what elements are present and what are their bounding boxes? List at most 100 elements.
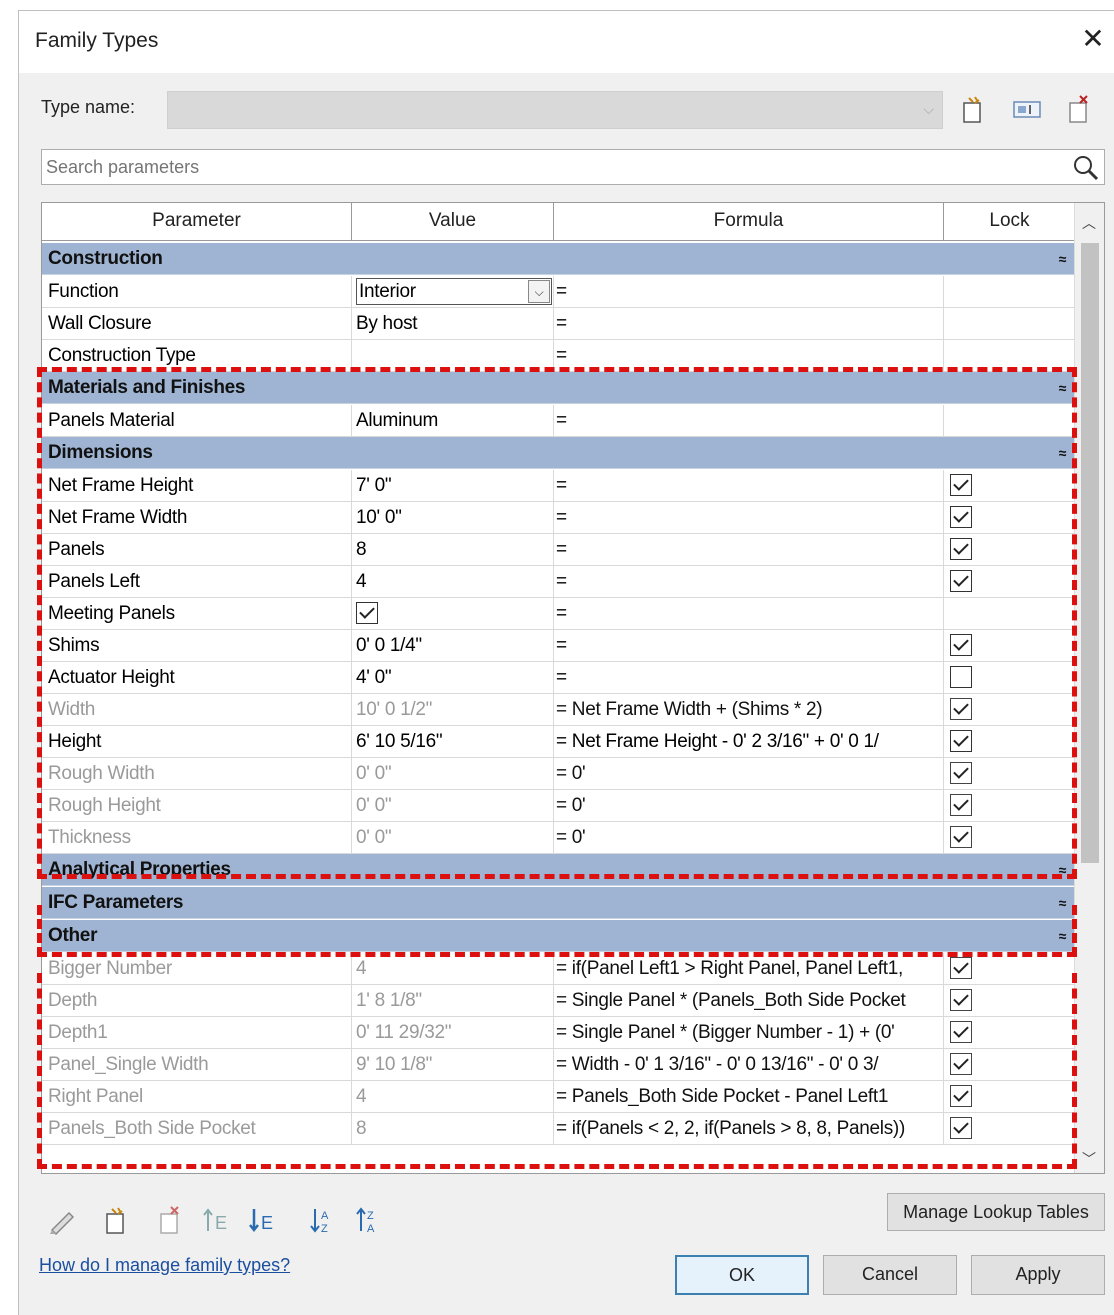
param-value[interactable]: Aluminum bbox=[352, 405, 554, 436]
new-parameter-icon[interactable] bbox=[93, 1197, 139, 1243]
param-formula[interactable]: = bbox=[554, 662, 944, 693]
group-header-other[interactable]: Other ≈ bbox=[42, 920, 1076, 952]
collapse-icon[interactable]: ≈ bbox=[1059, 372, 1067, 404]
group-header-construction[interactable]: Construction ≈ bbox=[42, 243, 1076, 275]
param-value[interactable]: 4' 0" bbox=[352, 662, 554, 693]
lock-checkbox[interactable] bbox=[950, 665, 972, 688]
scroll-down-icon[interactable]: ﹀ bbox=[1082, 1149, 1096, 1169]
ok-button[interactable]: OK bbox=[675, 1255, 809, 1295]
search-input[interactable] bbox=[46, 152, 1056, 182]
param-lock bbox=[944, 1017, 1076, 1048]
param-formula[interactable]: = 0' bbox=[554, 758, 944, 789]
param-formula[interactable]: = if(Panels < 2, 2, if(Panels > 8, 8, Pa… bbox=[554, 1113, 944, 1144]
group-header-analytical[interactable]: Analytical Properties ≈ bbox=[42, 854, 1076, 886]
move-up-icon[interactable]: E bbox=[193, 1197, 239, 1243]
param-formula[interactable]: = Net Frame Width + (Shims * 2) bbox=[554, 694, 944, 725]
param-formula[interactable]: = bbox=[554, 308, 944, 339]
group-label: IFC Parameters bbox=[48, 892, 184, 913]
collapse-icon[interactable]: ≈ bbox=[1059, 243, 1067, 275]
param-value[interactable]: By host bbox=[352, 308, 554, 339]
param-formula[interactable]: = bbox=[554, 502, 944, 533]
expand-icon[interactable]: ≈ bbox=[1059, 887, 1067, 919]
parameters-grid: Parameter Value Formula Lock Constructio… bbox=[41, 202, 1105, 1174]
param-formula[interactable]: = Single Panel * (Bigger Number - 1) + (… bbox=[554, 1017, 944, 1048]
param-value: 1' 8 1/8" bbox=[352, 985, 554, 1016]
lock-checkbox[interactable] bbox=[950, 697, 972, 720]
param-formula[interactable]: = bbox=[554, 470, 944, 501]
param-value[interactable]: 6' 10 5/16" bbox=[352, 726, 554, 757]
edit-parameter-icon[interactable] bbox=[39, 1197, 85, 1243]
lock-checkbox[interactable] bbox=[950, 1052, 972, 1075]
search-parameters-box[interactable] bbox=[41, 149, 1105, 185]
param-value[interactable]: 10' 0" bbox=[352, 502, 554, 533]
collapse-icon[interactable]: ≈ bbox=[1059, 437, 1067, 469]
collapse-icon[interactable]: ≈ bbox=[1059, 920, 1067, 952]
param-formula[interactable]: = bbox=[554, 598, 944, 629]
param-formula[interactable]: = Single Panel * (Panels_Both Side Pocke… bbox=[554, 985, 944, 1016]
scrollbar-thumb[interactable] bbox=[1081, 243, 1099, 863]
lock-checkbox[interactable] bbox=[950, 473, 972, 496]
lock-checkbox[interactable] bbox=[950, 956, 972, 979]
new-type-icon[interactable] bbox=[953, 89, 993, 129]
param-formula[interactable]: = bbox=[554, 276, 944, 307]
function-dropdown[interactable]: Interior ⌵ bbox=[356, 278, 552, 305]
apply-button[interactable]: Apply bbox=[971, 1255, 1105, 1295]
param-formula[interactable]: = Width - 0' 1 3/16" - 0' 0 13/16" - 0' … bbox=[554, 1049, 944, 1080]
lock-checkbox[interactable] bbox=[950, 1116, 972, 1139]
lock-checkbox[interactable] bbox=[950, 1084, 972, 1107]
param-value[interactable]: 8 bbox=[352, 534, 554, 565]
group-header-materials[interactable]: Materials and Finishes ≈ bbox=[42, 372, 1076, 404]
param-formula[interactable]: = bbox=[554, 534, 944, 565]
lock-checkbox[interactable] bbox=[950, 569, 972, 592]
close-button[interactable]: ✕ bbox=[1075, 23, 1111, 59]
lock-checkbox[interactable] bbox=[950, 793, 972, 816]
manage-lookup-tables-button[interactable]: Manage Lookup Tables bbox=[887, 1193, 1105, 1231]
param-value[interactable]: 0' 0 1/4" bbox=[352, 630, 554, 661]
help-link[interactable]: How do I manage family types? bbox=[39, 1255, 290, 1276]
param-formula[interactable]: = if(Panel Left1 > Right Panel, Panel Le… bbox=[554, 953, 944, 984]
type-name-dropdown[interactable]: ⌵ bbox=[167, 91, 943, 129]
param-formula[interactable]: = bbox=[554, 405, 944, 436]
group-header-ifc[interactable]: IFC Parameters ≈ bbox=[42, 887, 1076, 919]
group-header-dimensions[interactable]: Dimensions ≈ bbox=[42, 437, 1076, 469]
meeting-panels-checkbox[interactable] bbox=[356, 601, 378, 624]
param-name: Function bbox=[42, 276, 352, 307]
sort-ascending-icon[interactable]: AZ bbox=[299, 1197, 345, 1243]
scroll-up-icon[interactable]: ︿ bbox=[1082, 213, 1096, 233]
chevron-down-icon[interactable]: ⌵ bbox=[528, 280, 550, 303]
lock-checkbox[interactable] bbox=[950, 537, 972, 560]
column-header-lock[interactable]: Lock bbox=[944, 203, 1076, 241]
rename-type-icon[interactable] bbox=[1007, 89, 1047, 129]
param-lock bbox=[944, 598, 1076, 629]
sort-descending-icon[interactable]: ZA bbox=[345, 1197, 391, 1243]
move-down-icon[interactable]: E bbox=[239, 1197, 285, 1243]
vertical-scrollbar[interactable]: ︿ ﹀ bbox=[1074, 203, 1104, 1173]
lock-checkbox[interactable] bbox=[950, 825, 972, 848]
column-header-formula[interactable]: Formula bbox=[554, 203, 944, 241]
lock-checkbox[interactable] bbox=[950, 761, 972, 784]
cancel-button[interactable]: Cancel bbox=[823, 1255, 957, 1295]
param-formula[interactable]: = bbox=[554, 340, 944, 371]
column-header-parameter[interactable]: Parameter bbox=[42, 203, 352, 241]
lock-checkbox[interactable] bbox=[950, 505, 972, 528]
param-formula[interactable]: = bbox=[554, 566, 944, 597]
lock-checkbox[interactable] bbox=[950, 633, 972, 656]
search-icon[interactable] bbox=[1072, 154, 1100, 182]
expand-icon[interactable]: ≈ bbox=[1059, 854, 1067, 886]
chevron-down-icon: ⌵ bbox=[923, 101, 934, 117]
param-formula[interactable]: = 0' bbox=[554, 790, 944, 821]
param-formula[interactable]: = 0' bbox=[554, 822, 944, 853]
param-value[interactable]: 4 bbox=[352, 566, 554, 597]
lock-checkbox[interactable] bbox=[950, 988, 972, 1011]
param-formula[interactable]: = bbox=[554, 630, 944, 661]
column-header-value[interactable]: Value bbox=[352, 203, 554, 241]
delete-type-icon[interactable] bbox=[1059, 89, 1099, 129]
param-value[interactable]: 7' 0" bbox=[352, 470, 554, 501]
param-value: 0' 0" bbox=[352, 758, 554, 789]
delete-parameter-icon[interactable] bbox=[147, 1197, 193, 1243]
lock-checkbox[interactable] bbox=[950, 1020, 972, 1043]
param-value[interactable] bbox=[352, 340, 554, 371]
lock-checkbox[interactable] bbox=[950, 729, 972, 752]
param-formula[interactable]: = Panels_Both Side Pocket - Panel Left1 bbox=[554, 1081, 944, 1112]
param-formula[interactable]: = Net Frame Height - 0' 2 3/16" + 0' 0 1… bbox=[554, 726, 944, 757]
